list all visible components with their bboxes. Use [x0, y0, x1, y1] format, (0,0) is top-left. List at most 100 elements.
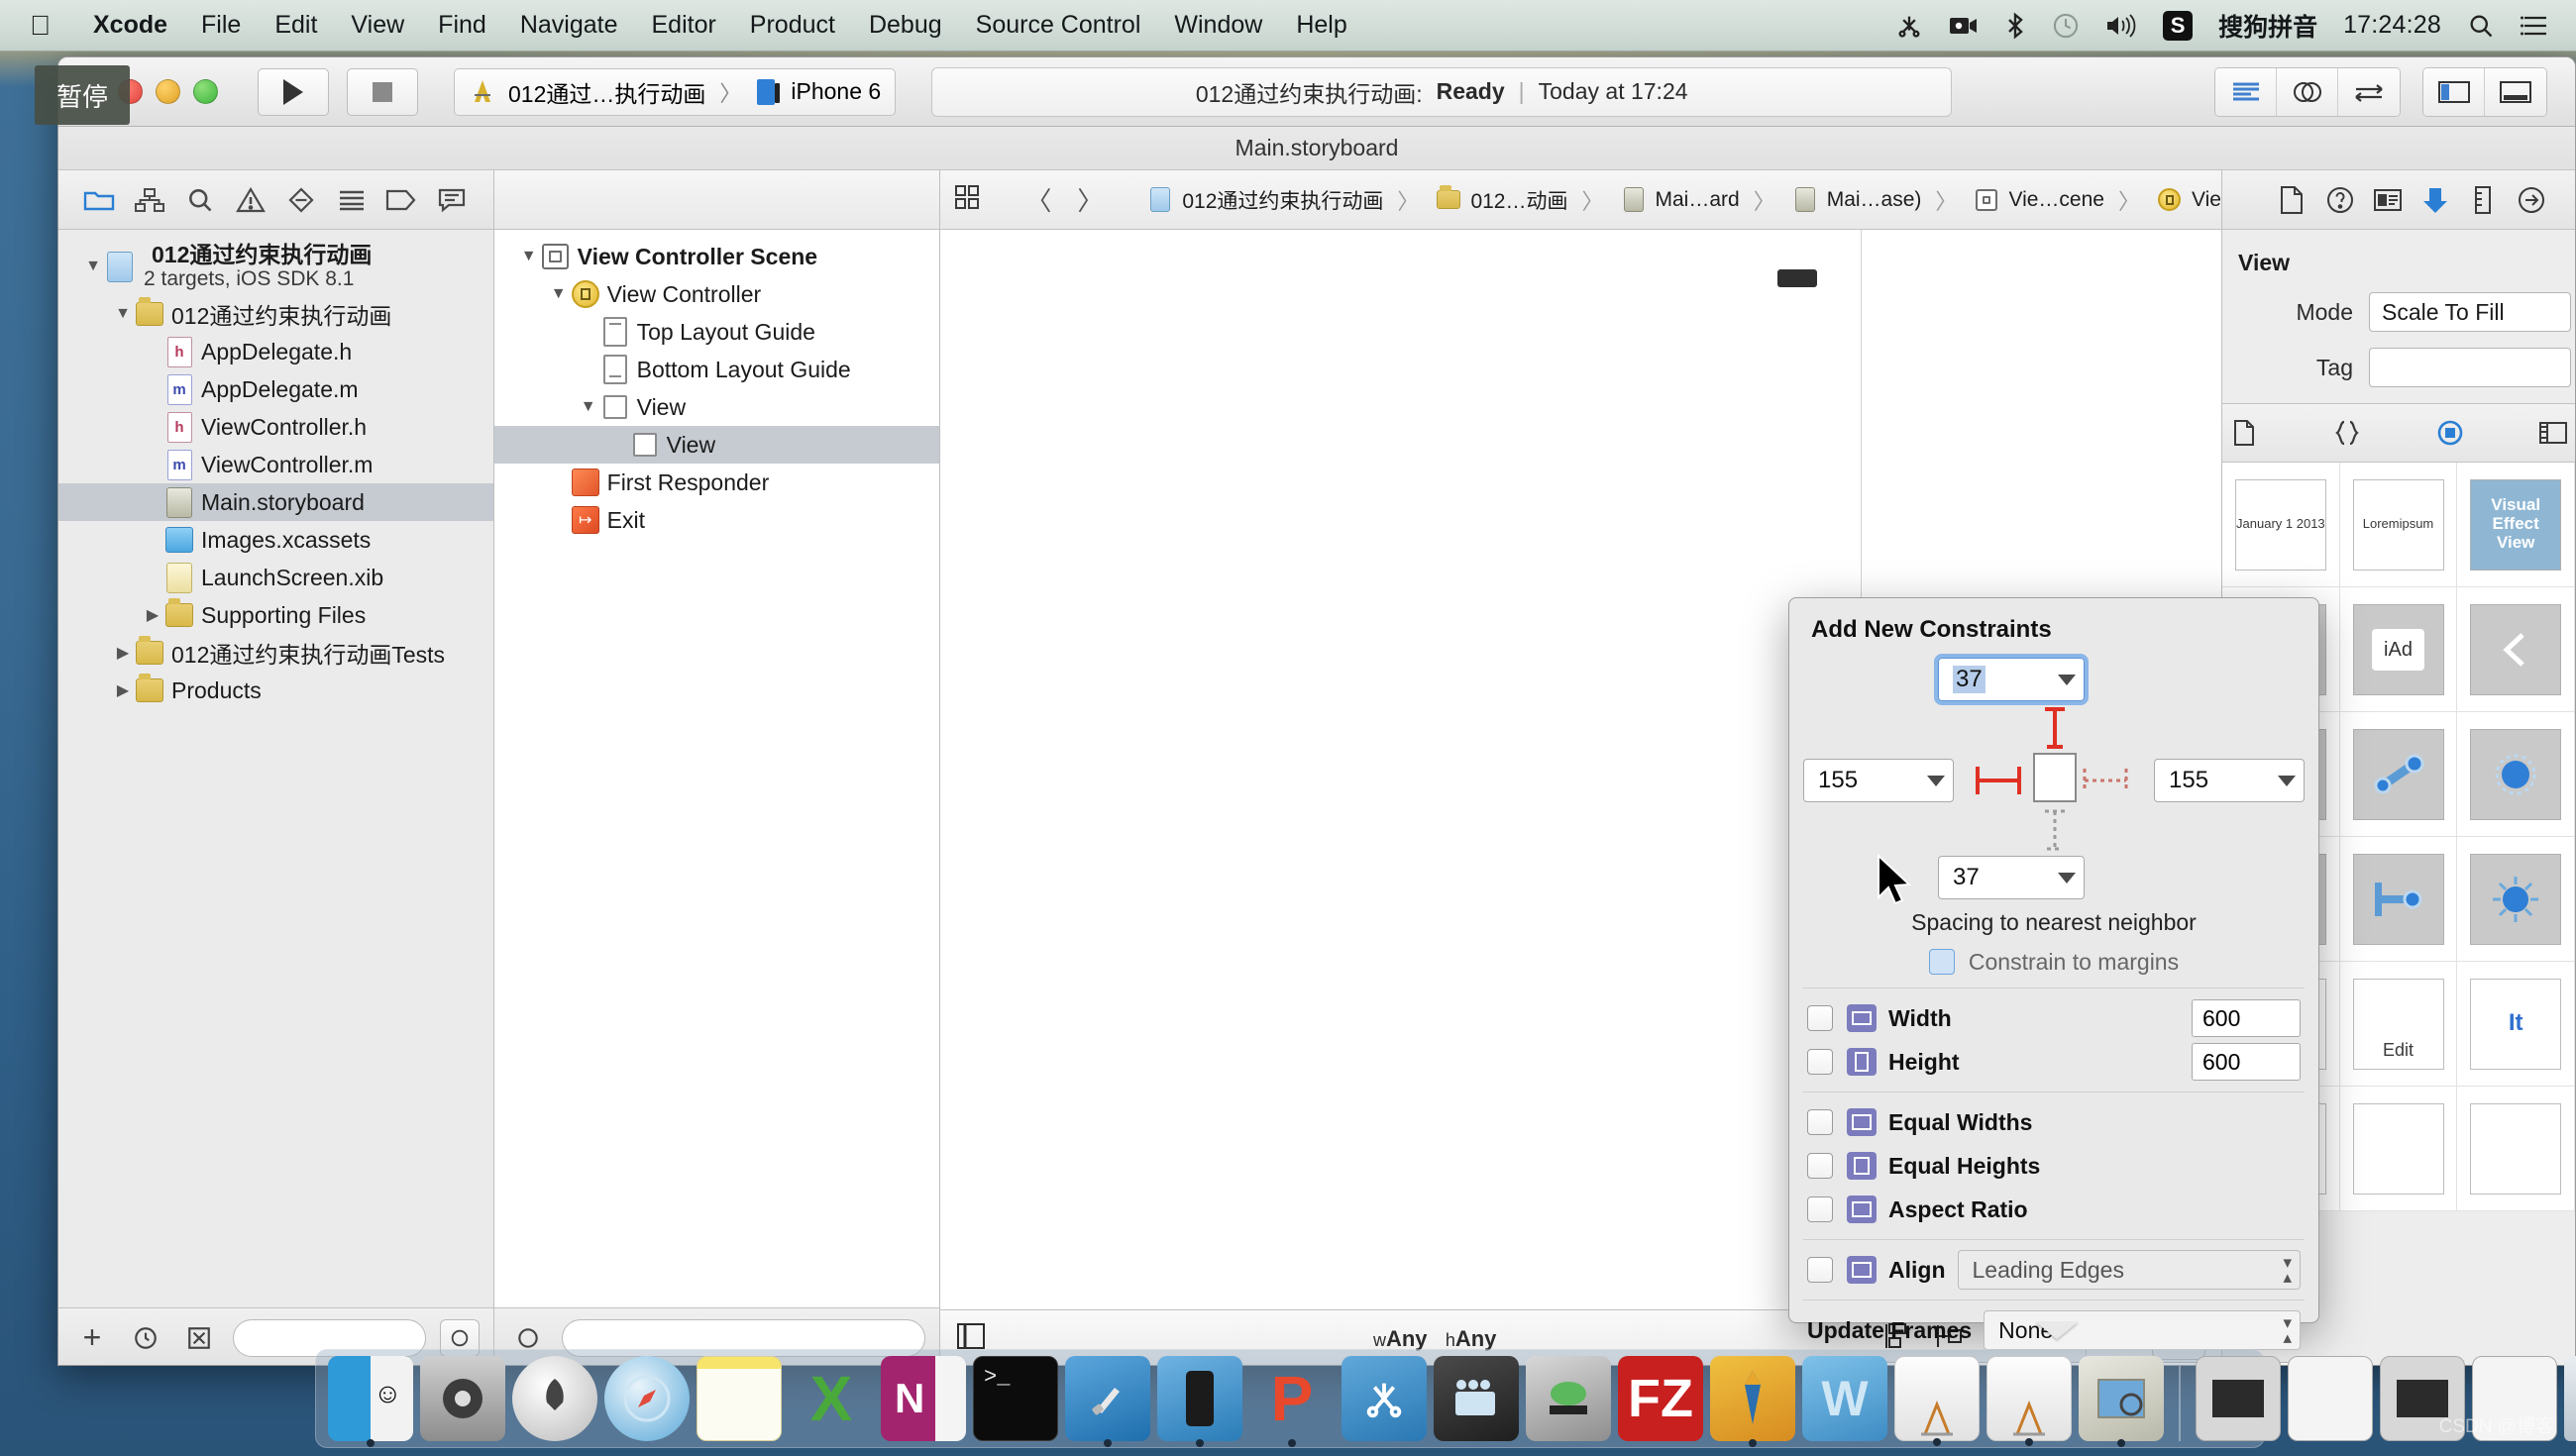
menu-item-view[interactable]: View — [334, 11, 421, 40]
disclosure-triangle-icon[interactable]: ▼ — [80, 258, 106, 275]
dock-item-app-store[interactable] — [1894, 1356, 1980, 1446]
menu-item-find[interactable]: Find — [421, 11, 503, 40]
dock-item-finder[interactable]: ☺ — [328, 1356, 413, 1447]
add-new-constraints-popover[interactable]: Add New Constraints 37 155 155 37 Spacin… — [1788, 597, 2319, 1365]
outline-row-scene[interactable]: ▼ View Controller Scene — [494, 238, 940, 275]
tree-row-products[interactable]: ▶ Products — [58, 672, 493, 709]
width-value-field[interactable]: 600 — [2192, 999, 2301, 1037]
disclosure-triangle-icon[interactable]: ▶ — [110, 643, 136, 663]
apple-icon[interactable]:  — [0, 11, 76, 40]
mode-popup-button[interactable]: Scale To Fill — [2369, 292, 2572, 332]
disclosure-triangle-icon[interactable]: ▼ — [516, 248, 542, 265]
library-item[interactable] — [2457, 712, 2575, 837]
disclosure-triangle-icon[interactable]: ▼ — [110, 305, 136, 323]
run-button[interactable] — [258, 67, 329, 116]
outline-row-top-layout-guide[interactable]: Top Layout Guide — [494, 313, 940, 351]
minimize-button[interactable] — [156, 79, 180, 104]
dock-item-notes[interactable] — [697, 1356, 782, 1441]
width-constraint-row[interactable]: Width 600 — [1789, 996, 2318, 1040]
report-navigator-icon[interactable] — [430, 179, 474, 221]
dock-item-launchpad[interactable] — [512, 1356, 597, 1441]
dock-item-sketchbook[interactable] — [1710, 1356, 1795, 1447]
align-checkbox[interactable] — [1807, 1257, 1833, 1283]
breadcrumb-item-storyboard[interactable]: Mai…ard 〉 — [1620, 184, 1781, 216]
library-item[interactable] — [2339, 712, 2458, 837]
related-items-icon[interactable] — [954, 184, 982, 216]
menu-item-xcode[interactable]: Xcode — [76, 11, 184, 40]
menu-item-file[interactable]: File — [184, 11, 258, 40]
library-item[interactable] — [2457, 587, 2575, 712]
menu-item-edit[interactable]: Edit — [258, 11, 334, 40]
library-item[interactable] — [2457, 1087, 2575, 1211]
project-navigator-tree[interactable]: ▼ 012通过约束执行动画 2 targets, iOS SDK 8.1 ▼ 0… — [58, 230, 493, 1307]
breadcrumb-item-project[interactable]: 012通过约束执行动画〉 — [1146, 184, 1425, 216]
tree-row-group-main[interactable]: ▼ 012通过约束执行动画 — [58, 295, 493, 333]
outline-row-view-child[interactable]: View — [493, 426, 940, 464]
dock-trash[interactable] — [2564, 1356, 2576, 1441]
equal-heights-row[interactable]: Equal Heights — [1789, 1144, 2318, 1188]
bluetooth-icon[interactable] — [2004, 11, 2026, 40]
add-file-button[interactable]: + — [72, 1319, 112, 1357]
tree-row-viewcontroller-h[interactable]: h ViewController.h — [58, 408, 493, 446]
breadcrumb-item-view-controller[interactable]: Vie…oller〉 — [2156, 184, 2221, 216]
menu-item-help[interactable]: Help — [1279, 11, 1363, 40]
issue-navigator-icon[interactable] — [229, 179, 272, 221]
connections-inspector-icon[interactable] — [2510, 179, 2553, 221]
file-template-library-icon[interactable] — [2222, 412, 2266, 454]
equal-heights-checkbox[interactable] — [1807, 1153, 1833, 1179]
media-library-icon[interactable] — [2531, 412, 2575, 454]
scheme-selector[interactable]: 012通过…执行动画 〉 iPhone 6 — [454, 67, 897, 116]
version-editor-icon[interactable] — [2338, 67, 2400, 116]
dock-item-parallels[interactable]: P — [1249, 1356, 1335, 1447]
tree-row-supporting-files[interactable]: ▶ Supporting Files — [58, 596, 493, 634]
dock-minimized-window-2[interactable] — [2288, 1356, 2373, 1441]
library-item[interactable] — [2457, 837, 2575, 962]
align-row[interactable]: Align Leading Edges ▾ ▴ — [1789, 1248, 2318, 1292]
align-popup-button[interactable]: Leading Edges ▾ ▴ — [1957, 1250, 2301, 1290]
tag-input[interactable] — [2369, 348, 2572, 387]
breadcrumb-item-group[interactable]: 012…动画〉 — [1435, 184, 1609, 216]
volume-icon[interactable] — [2105, 13, 2137, 39]
library-item[interactable]: Visual Effect View — [2457, 463, 2575, 587]
search-navigator-icon[interactable] — [178, 179, 222, 221]
disclosure-triangle-icon[interactable]: ▼ — [576, 398, 601, 416]
zoom-button[interactable] — [193, 79, 218, 104]
menu-item-debug[interactable]: Debug — [852, 11, 959, 40]
size-class-label[interactable]: wAny hAny — [1000, 1326, 1870, 1352]
attributes-inspector-icon[interactable] — [2414, 179, 2457, 221]
file-inspector-icon[interactable] — [2270, 179, 2313, 221]
input-method-label[interactable]: 搜狗拼音 — [2218, 8, 2317, 44]
library-item[interactable]: It — [2457, 962, 2575, 1087]
top-spacing-combo[interactable]: 37 — [1934, 654, 2089, 705]
disclosure-triangle-icon[interactable]: ▶ — [110, 680, 136, 700]
dock-item-xcode[interactable] — [1065, 1356, 1150, 1447]
object-library-icon[interactable] — [2428, 412, 2472, 454]
update-frames-popup-button[interactable]: None ▾ ▴ — [1984, 1310, 2301, 1350]
aspect-ratio-row[interactable]: Aspect Ratio — [1789, 1188, 2318, 1231]
dock-item-word-processor[interactable]: W — [1802, 1356, 1887, 1441]
outline-row-exit[interactable]: ↦ Exit — [494, 501, 940, 539]
outline-row-view-root[interactable]: ▼ View — [494, 388, 940, 426]
tree-row-launchscreen-xib[interactable]: LaunchScreen.xib — [58, 559, 493, 596]
top-constraint-indicator[interactable] — [2035, 705, 2075, 753]
height-value-field[interactable]: 600 — [2192, 1043, 2301, 1081]
identity-inspector-icon[interactable] — [2366, 179, 2410, 221]
debug-navigator-icon[interactable] — [330, 179, 374, 221]
menu-item-editor[interactable]: Editor — [634, 11, 732, 40]
assistant-editor-icon[interactable] — [2277, 67, 2338, 116]
source-control-filter-icon[interactable] — [179, 1319, 219, 1357]
library-item[interactable]: Edit — [2339, 962, 2458, 1087]
jumpbar-forward-button[interactable]: 〉 — [1069, 181, 1111, 218]
constrain-to-margins-checkbox[interactable] — [1928, 949, 1955, 975]
constrain-to-margins-row[interactable]: Constrain to margins — [1789, 936, 2318, 980]
toggle-debug-area-icon[interactable] — [2485, 67, 2546, 116]
size-inspector-icon[interactable] — [2461, 179, 2505, 221]
leading-constraint-indicator[interactable] — [1974, 761, 2031, 800]
dock-item-safari[interactable] — [604, 1356, 690, 1441]
menu-item-navigate[interactable]: Navigate — [503, 11, 635, 40]
dock-item-app-store-2[interactable] — [1986, 1356, 2072, 1446]
spotlight-search-icon[interactable] — [2467, 12, 2495, 40]
dock-item-system-preferences[interactable] — [420, 1356, 505, 1441]
symbol-navigator-icon[interactable] — [128, 179, 171, 221]
dock-item-filezilla[interactable]: FZ — [1618, 1356, 1703, 1441]
